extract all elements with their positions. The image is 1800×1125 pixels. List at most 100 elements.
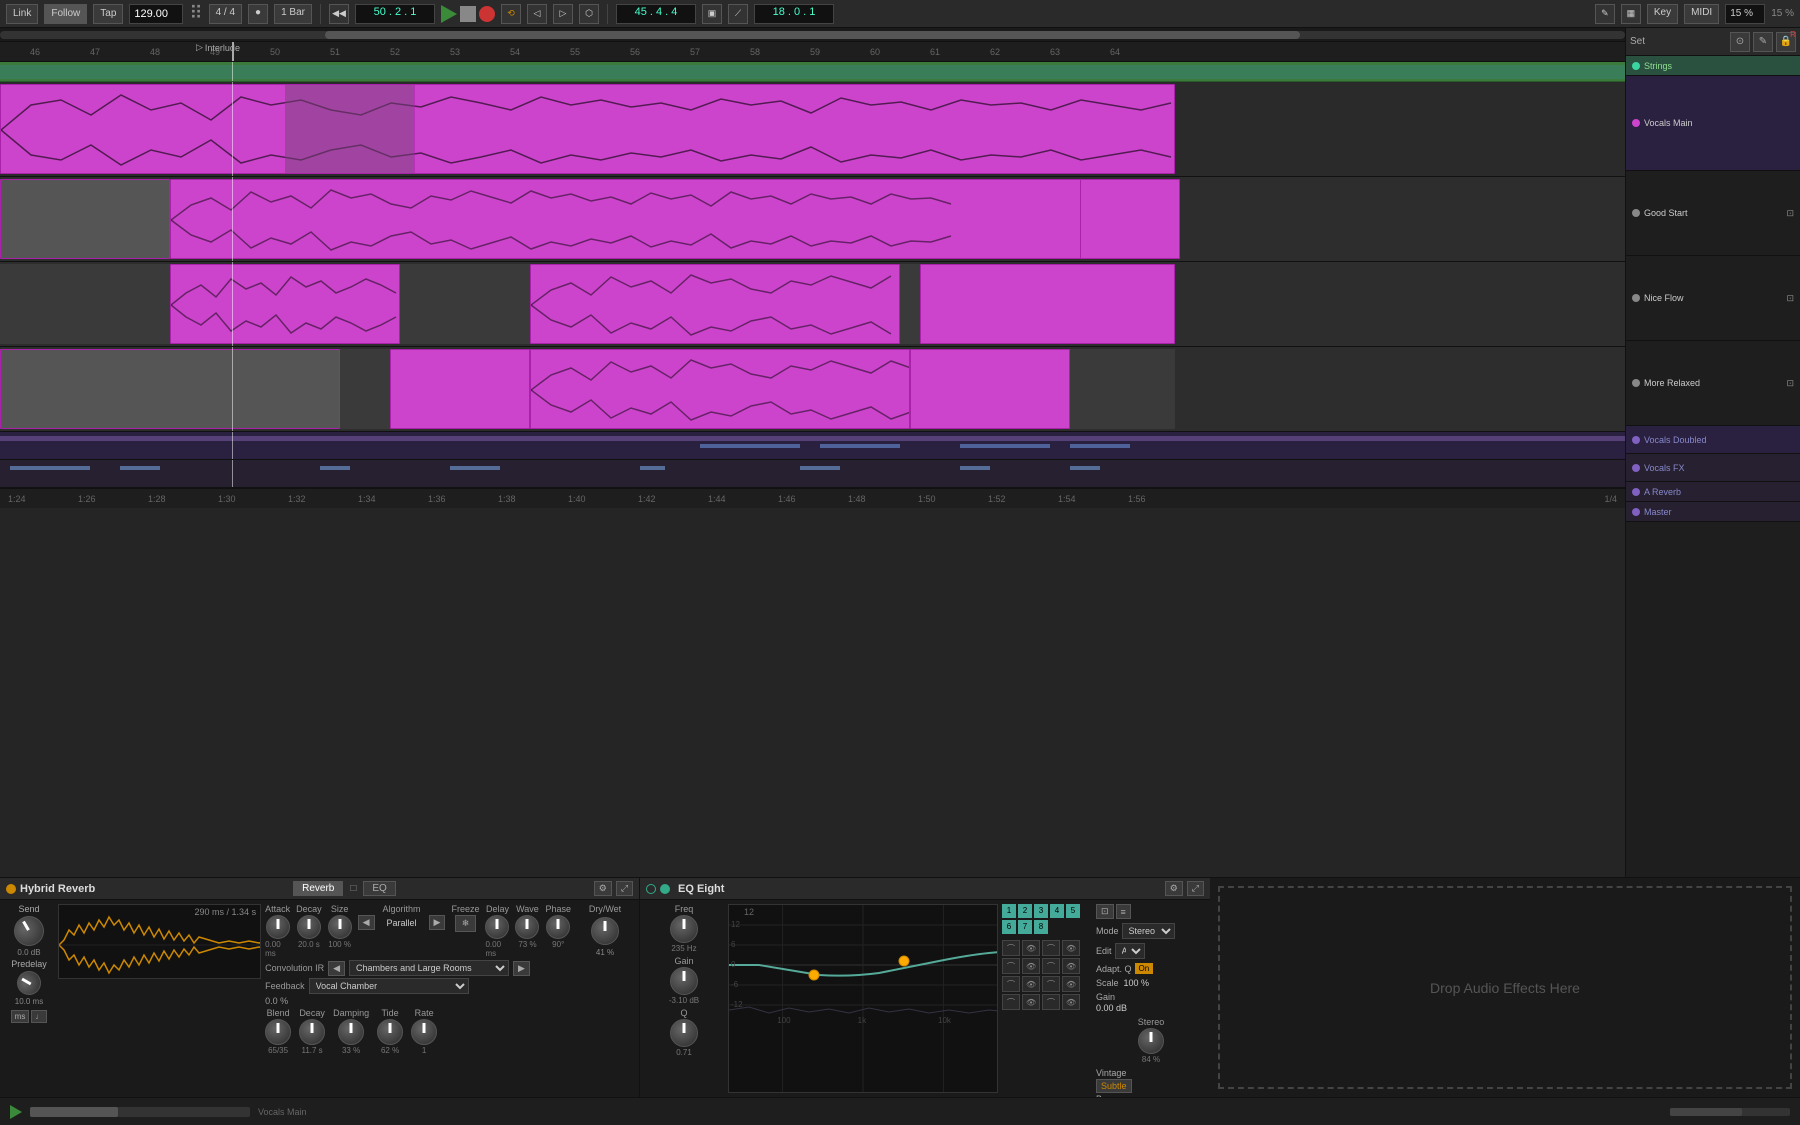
good-start-clip[interactable] xyxy=(170,179,1170,259)
band-eye-1[interactable]: 👁 xyxy=(1022,940,1040,956)
ir-cat-select[interactable]: Chambers and Large Rooms xyxy=(349,960,509,976)
band-3-btn[interactable]: 3 xyxy=(1034,904,1048,918)
send-knob[interactable] xyxy=(9,911,50,952)
loop-button[interactable]: ⟲ xyxy=(501,4,521,24)
decay2-knob[interactable] xyxy=(299,1019,325,1045)
band-4-btn[interactable]: 4 xyxy=(1050,904,1064,918)
metro-button[interactable]: ⬡ xyxy=(579,4,599,24)
punch-out-button[interactable]: ▷ xyxy=(553,4,573,24)
good-start-clip2[interactable] xyxy=(1080,179,1180,259)
circle-btn[interactable]: ⊙ xyxy=(1730,32,1750,52)
track-item-vocals-doubled[interactable]: Vocals Doubled xyxy=(1626,426,1800,454)
vocals-main-track[interactable] xyxy=(0,82,1625,177)
eq-btn-2[interactable]: ≡ xyxy=(1116,904,1131,919)
gain-knob[interactable] xyxy=(670,967,698,995)
band-eye-7[interactable]: 👁 xyxy=(1022,994,1040,1010)
rate-knob[interactable] xyxy=(411,1019,437,1045)
dot-symbol[interactable]: ● xyxy=(248,4,268,24)
wave-knob[interactable] xyxy=(515,915,539,939)
adapt-q-on-btn[interactable]: On xyxy=(1135,963,1154,974)
stop-button[interactable] xyxy=(460,6,476,22)
ms-btn[interactable]: ms xyxy=(11,1010,30,1023)
band-type-1[interactable]: ⌒ xyxy=(1002,940,1020,956)
vocals-fx-track[interactable] xyxy=(0,460,1625,488)
more-relaxed-track[interactable] xyxy=(0,347,1625,432)
left-arrow-button[interactable]: ◀◀ xyxy=(329,4,349,24)
eq-power-btn[interactable] xyxy=(646,884,656,894)
dry-wet-knob[interactable] xyxy=(591,917,619,945)
band-5-btn[interactable]: 5 xyxy=(1066,904,1080,918)
marker-button[interactable]: ▣ xyxy=(702,4,722,24)
reverb-settings-btn[interactable]: ⚙ xyxy=(594,881,612,896)
track-item-master[interactable]: Master xyxy=(1626,502,1800,522)
track-item-vocals-main[interactable]: Vocals Main xyxy=(1626,76,1800,171)
reverb-resize-btn[interactable]: ⤢ xyxy=(616,881,633,896)
nice-flow-track[interactable] xyxy=(0,262,1625,347)
nice-flow-clip1[interactable] xyxy=(170,264,400,344)
vocals-doubled-track[interactable] xyxy=(0,432,1625,460)
band-eye-2[interactable]: 👁 xyxy=(1062,940,1080,956)
band-type-6[interactable]: ⌒ xyxy=(1042,976,1060,992)
reverb-tab-eq[interactable]: EQ xyxy=(363,881,395,896)
q-knob[interactable] xyxy=(670,1019,698,1047)
band-8-btn[interactable]: 8 xyxy=(1034,920,1048,934)
time-sig[interactable]: 4 / 4 xyxy=(209,4,242,24)
track-item-strings[interactable]: Strings xyxy=(1626,56,1800,76)
band-2-btn[interactable]: 2 xyxy=(1018,904,1032,918)
ir-prev-btn[interactable]: ◀ xyxy=(328,961,345,976)
band-type-3[interactable]: ⌒ xyxy=(1002,958,1020,974)
eq-settings-btn[interactable]: ⚙ xyxy=(1165,881,1183,896)
eq-resize-btn[interactable]: ⤢ xyxy=(1187,881,1204,896)
freq-knob[interactable] xyxy=(670,915,698,943)
decay-knob[interactable] xyxy=(297,915,321,939)
play-button[interactable] xyxy=(441,5,457,23)
good-start-track[interactable] xyxy=(0,177,1625,262)
band-eye-4[interactable]: 👁 xyxy=(1062,958,1080,974)
nice-flow-clip2[interactable] xyxy=(530,264,900,344)
predelay-knob[interactable] xyxy=(13,967,46,1000)
bar-select[interactable]: 1 Bar xyxy=(274,4,312,24)
key-button[interactable]: Key xyxy=(1647,4,1678,24)
band-type-5[interactable]: ⌒ xyxy=(1002,976,1020,992)
mode-select[interactable]: Stereo xyxy=(1122,923,1175,939)
zoom-input[interactable] xyxy=(1725,4,1765,24)
scroll-bar[interactable] xyxy=(0,31,1625,39)
eq-active-dot[interactable] xyxy=(660,884,670,894)
size-knob[interactable] xyxy=(328,915,352,939)
delay-knob[interactable] xyxy=(485,915,509,939)
band-eye-5[interactable]: 👁 xyxy=(1022,976,1040,992)
follow-button[interactable]: Follow xyxy=(44,4,87,24)
phase-knob[interactable] xyxy=(546,915,570,939)
drop-zone[interactable]: Drop Audio Effects Here xyxy=(1218,886,1792,1089)
track-item-a-reverb[interactable]: A Reverb xyxy=(1626,482,1800,502)
edit-select[interactable]: A xyxy=(1115,943,1145,959)
track-item-nice-flow[interactable]: Nice Flow ⊡ xyxy=(1626,256,1800,341)
band-type-7[interactable]: ⌒ xyxy=(1002,994,1020,1010)
r-icon[interactable]: R xyxy=(1788,30,1798,39)
freeze-btn[interactable]: ❄ xyxy=(455,915,477,932)
blend-knob[interactable] xyxy=(265,1019,291,1045)
more-relaxed-clip1[interactable] xyxy=(390,349,530,429)
more-relaxed-clip3[interactable] xyxy=(910,349,1070,429)
tap-button[interactable]: Tap xyxy=(93,4,123,24)
track-item-vocals-fx[interactable]: Vocals FX xyxy=(1626,454,1800,482)
reverb-tab-reverb[interactable]: Reverb xyxy=(293,881,343,896)
ir-next-btn[interactable]: ▶ xyxy=(513,961,530,976)
band-type-4[interactable]: ⌒ xyxy=(1042,958,1060,974)
vintage-btn[interactable]: Subtle xyxy=(1096,1079,1132,1093)
more-relaxed-clip2[interactable] xyxy=(530,349,910,429)
track-item-more-relaxed[interactable]: More Relaxed ⊡ xyxy=(1626,341,1800,426)
vocals-clip-main[interactable] xyxy=(0,84,1175,174)
eq-btn-1[interactable]: ⊡ xyxy=(1096,904,1114,919)
grid-button[interactable]: ▦ xyxy=(1621,4,1641,24)
pencil-button[interactable]: ✎ xyxy=(1595,4,1615,24)
band-7-btn[interactable]: 7 xyxy=(1018,920,1032,934)
punch-in-button[interactable]: ◁ xyxy=(527,4,547,24)
band-eye-3[interactable]: 👁 xyxy=(1022,958,1040,974)
algo-prev-btn[interactable]: ◀ xyxy=(358,915,375,930)
track-item-good-start[interactable]: Good Start ⊡ xyxy=(1626,171,1800,256)
record-button[interactable] xyxy=(479,6,495,22)
attack-knob[interactable] xyxy=(266,915,290,939)
band-eye-8[interactable]: 👁 xyxy=(1062,994,1080,1010)
warp-button[interactable]: ⟋ xyxy=(728,4,748,24)
